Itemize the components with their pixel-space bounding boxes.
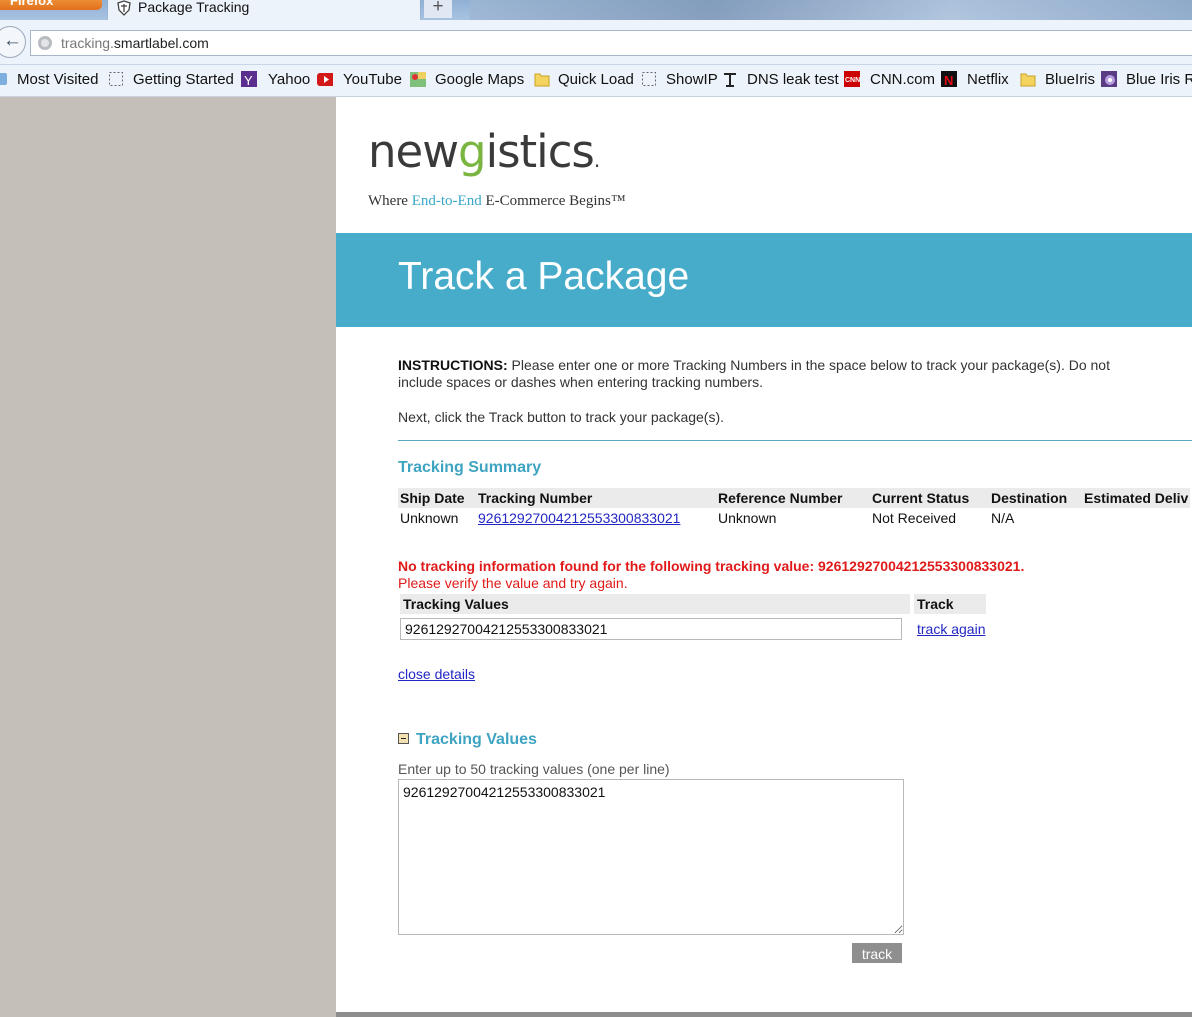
col-ship-date: Ship Date — [398, 488, 476, 508]
firefox-menu-button[interactable]: Firefox — [0, 0, 102, 10]
error-hint: Please verify the value and try again. — [398, 575, 628, 591]
divider — [398, 440, 1192, 441]
bookmark-blue-iris[interactable]: Blue Iris R — [1101, 71, 1192, 88]
col-destination: Destination — [989, 488, 1082, 508]
instructions-next: Next, click the Track button to track yo… — [398, 409, 725, 425]
page-gutter — [0, 97, 336, 1017]
tracking-summary-title: Tracking Summary — [398, 459, 542, 476]
netflix-icon: N — [941, 71, 957, 87]
tracking-values-textarea[interactable]: 92612927004212553300833021 — [398, 779, 904, 935]
bookmark-getting-started[interactable]: Getting Started — [108, 71, 234, 88]
most-visited-icon — [0, 73, 7, 85]
bookmark-dns-leak-test[interactable]: DNS leak test — [722, 71, 839, 88]
globe-icon — [38, 36, 52, 50]
page-bottom-border — [336, 1012, 1192, 1017]
svg-text:N: N — [944, 73, 953, 87]
cell-ship-date: Unknown — [400, 510, 459, 526]
folder-icon — [534, 73, 550, 87]
bookmark-most-visited[interactable]: Most Visited — [0, 71, 98, 88]
yahoo-icon: Y — [241, 71, 257, 87]
table-row: Unknown 92612927004212553300833021 Unkno… — [398, 508, 1190, 528]
track-again-link[interactable]: track again — [917, 621, 985, 637]
google-maps-icon — [410, 72, 426, 87]
bookmark-quick-load[interactable]: Quick Load — [534, 71, 634, 88]
folder-icon — [1020, 73, 1036, 87]
other-tabs — [470, 0, 1192, 20]
svg-text:CNN: CNN — [845, 77, 860, 84]
logo-tagline: Where End-to-End E-Commerce Begins™ — [368, 193, 626, 209]
tab-package-tracking[interactable]: Package Tracking — [108, 0, 420, 20]
back-arrow-icon: ← — [3, 30, 22, 51]
track-button[interactable]: track — [852, 943, 902, 963]
cell-track: track again — [910, 614, 986, 640]
collapse-toggle-icon[interactable] — [398, 733, 409, 744]
col-reference-number: Reference Number — [716, 488, 870, 508]
table-header-row: Ship Date Tracking Number Reference Numb… — [398, 488, 1191, 508]
col-tracking-values: Tracking Values — [400, 594, 910, 614]
cell-destination: N/A — [991, 510, 1015, 526]
newgistics-logo: newgistics. Where End-to-End E-Commerce … — [368, 127, 626, 210]
tracking-values-table: Tracking Values Track track again — [400, 594, 986, 640]
col-estimated-delivery: Estimated Deliv — [1082, 488, 1191, 508]
new-tab-button[interactable]: + — [424, 0, 452, 18]
url-text: tracking.smartlabel.com — [61, 35, 209, 51]
tracking-value-input[interactable] — [400, 618, 902, 640]
col-track: Track — [910, 594, 986, 614]
logo-wordmark: newgistics. — [368, 125, 600, 178]
tracking-summary-table: Ship Date Tracking Number Reference Numb… — [398, 488, 1191, 528]
tracking-number-link[interactable]: 92612927004212553300833021 — [478, 510, 680, 526]
youtube-icon — [317, 73, 333, 86]
cnn-icon: CNN — [844, 71, 860, 87]
dashed-page-icon — [642, 72, 656, 86]
bookmark-netflix[interactable]: N Netflix — [941, 71, 1009, 88]
bookmark-blueiris-folder[interactable]: BlueIris — [1020, 71, 1095, 88]
tab-bar: Firefox Package Tracking + — [0, 0, 1192, 20]
navigation-bar: ← tracking.smartlabel.com — [0, 20, 1192, 65]
cell-current-status: Not Received — [872, 510, 957, 526]
tracking-page: newgistics. Where End-to-End E-Commerce … — [336, 97, 1192, 1012]
bookmark-showip[interactable]: ShowIP — [641, 71, 718, 88]
shield-icon — [117, 0, 131, 16]
col-current-status: Current Status — [870, 488, 989, 508]
cell-tracking-number: 92612927004212553300833021 — [476, 508, 716, 528]
tracking-values-title: Tracking Values — [416, 731, 537, 748]
dashed-page-icon — [109, 72, 123, 86]
bookmark-yahoo[interactable]: Y Yahoo — [241, 71, 310, 88]
cell-reference-number: Unknown — [718, 510, 777, 526]
tracking-values-hint: Enter up to 50 tracking values (one per … — [398, 761, 670, 777]
tab-title: Package Tracking — [138, 0, 250, 15]
back-button[interactable]: ← — [0, 26, 26, 58]
dns-icon — [724, 73, 736, 87]
hero-banner: Track a Package — [336, 233, 1192, 327]
bookmark-cnn[interactable]: CNN CNN.com — [844, 71, 935, 88]
instructions-text: INSTRUCTIONS: Please enter one or more T… — [398, 357, 1110, 390]
url-bar[interactable]: tracking.smartlabel.com — [30, 30, 1192, 56]
col-tracking-number: Tracking Number — [476, 488, 716, 508]
close-details-link[interactable]: close details — [398, 666, 475, 682]
blue-iris-icon — [1101, 71, 1117, 87]
table-header-row: Tracking Values Track — [400, 594, 986, 614]
bookmarks-toolbar: Most Visited Getting Started Y Yahoo You… — [0, 65, 1192, 97]
svg-text:Y: Y — [244, 73, 253, 87]
table-row: track again — [400, 614, 986, 640]
error-message: No tracking information found for the fo… — [398, 558, 1025, 574]
page-title: Track a Package — [398, 255, 690, 298]
bookmark-youtube[interactable]: YouTube — [317, 71, 402, 88]
bookmark-google-maps[interactable]: Google Maps — [410, 71, 524, 88]
cell-estimated-delivery — [1082, 508, 1190, 528]
cell-tracking-value — [400, 614, 910, 640]
